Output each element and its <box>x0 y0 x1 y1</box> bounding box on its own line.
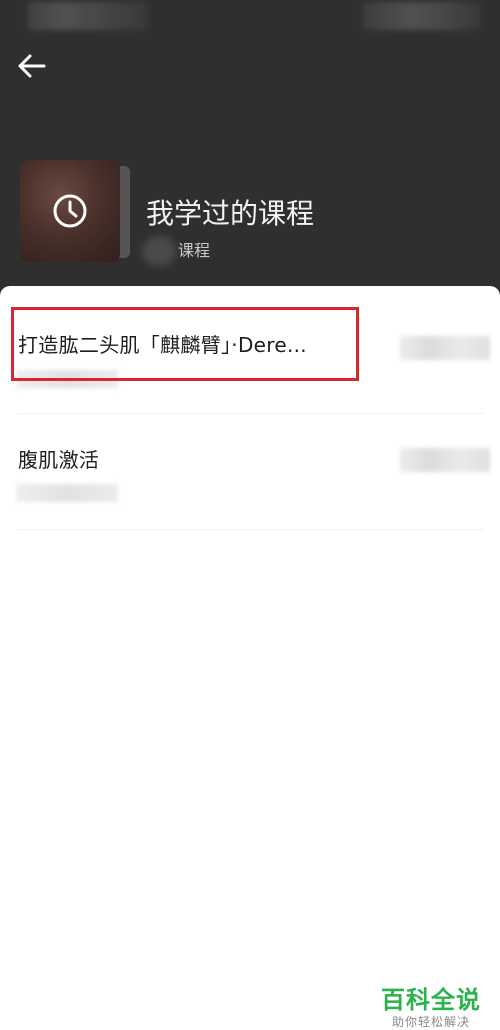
clock-icon <box>53 194 87 228</box>
avatar-blurred <box>142 236 176 266</box>
course-meta-blurred <box>16 370 118 388</box>
course-title: 腹肌激活 <box>18 448 100 472</box>
status-bar-blurred-right <box>362 2 480 30</box>
course-progress-blurred <box>400 336 490 360</box>
back-button[interactable] <box>14 48 50 84</box>
status-bar-blurred-left <box>28 2 148 30</box>
list-divider <box>18 529 484 530</box>
page-subtitle: 课程 <box>178 241 211 260</box>
watermark-title: 百科全说 <box>381 986 481 1014</box>
arrow-left-icon <box>18 54 46 78</box>
course-progress-blurred <box>400 448 490 472</box>
cover-image <box>20 160 120 262</box>
page-header: 我学过的课程 课程 <box>0 0 500 300</box>
watermark-logo: 百科全说 助你轻松解决 <box>376 986 486 1030</box>
course-meta-blurred <box>16 484 118 502</box>
course-title: 打造肱二头肌「麒麟臂」·Dere... <box>18 333 307 357</box>
page-title: 我学过的课程 <box>146 197 315 230</box>
course-item-2[interactable]: 腹肌激活 <box>0 414 500 524</box>
watermark-subtitle: 助你轻松解决 <box>391 1015 470 1029</box>
course-list-cover <box>20 160 130 262</box>
course-item-1[interactable]: 打造肱二头肌「麒麟臂」·Dere... <box>0 300 500 410</box>
